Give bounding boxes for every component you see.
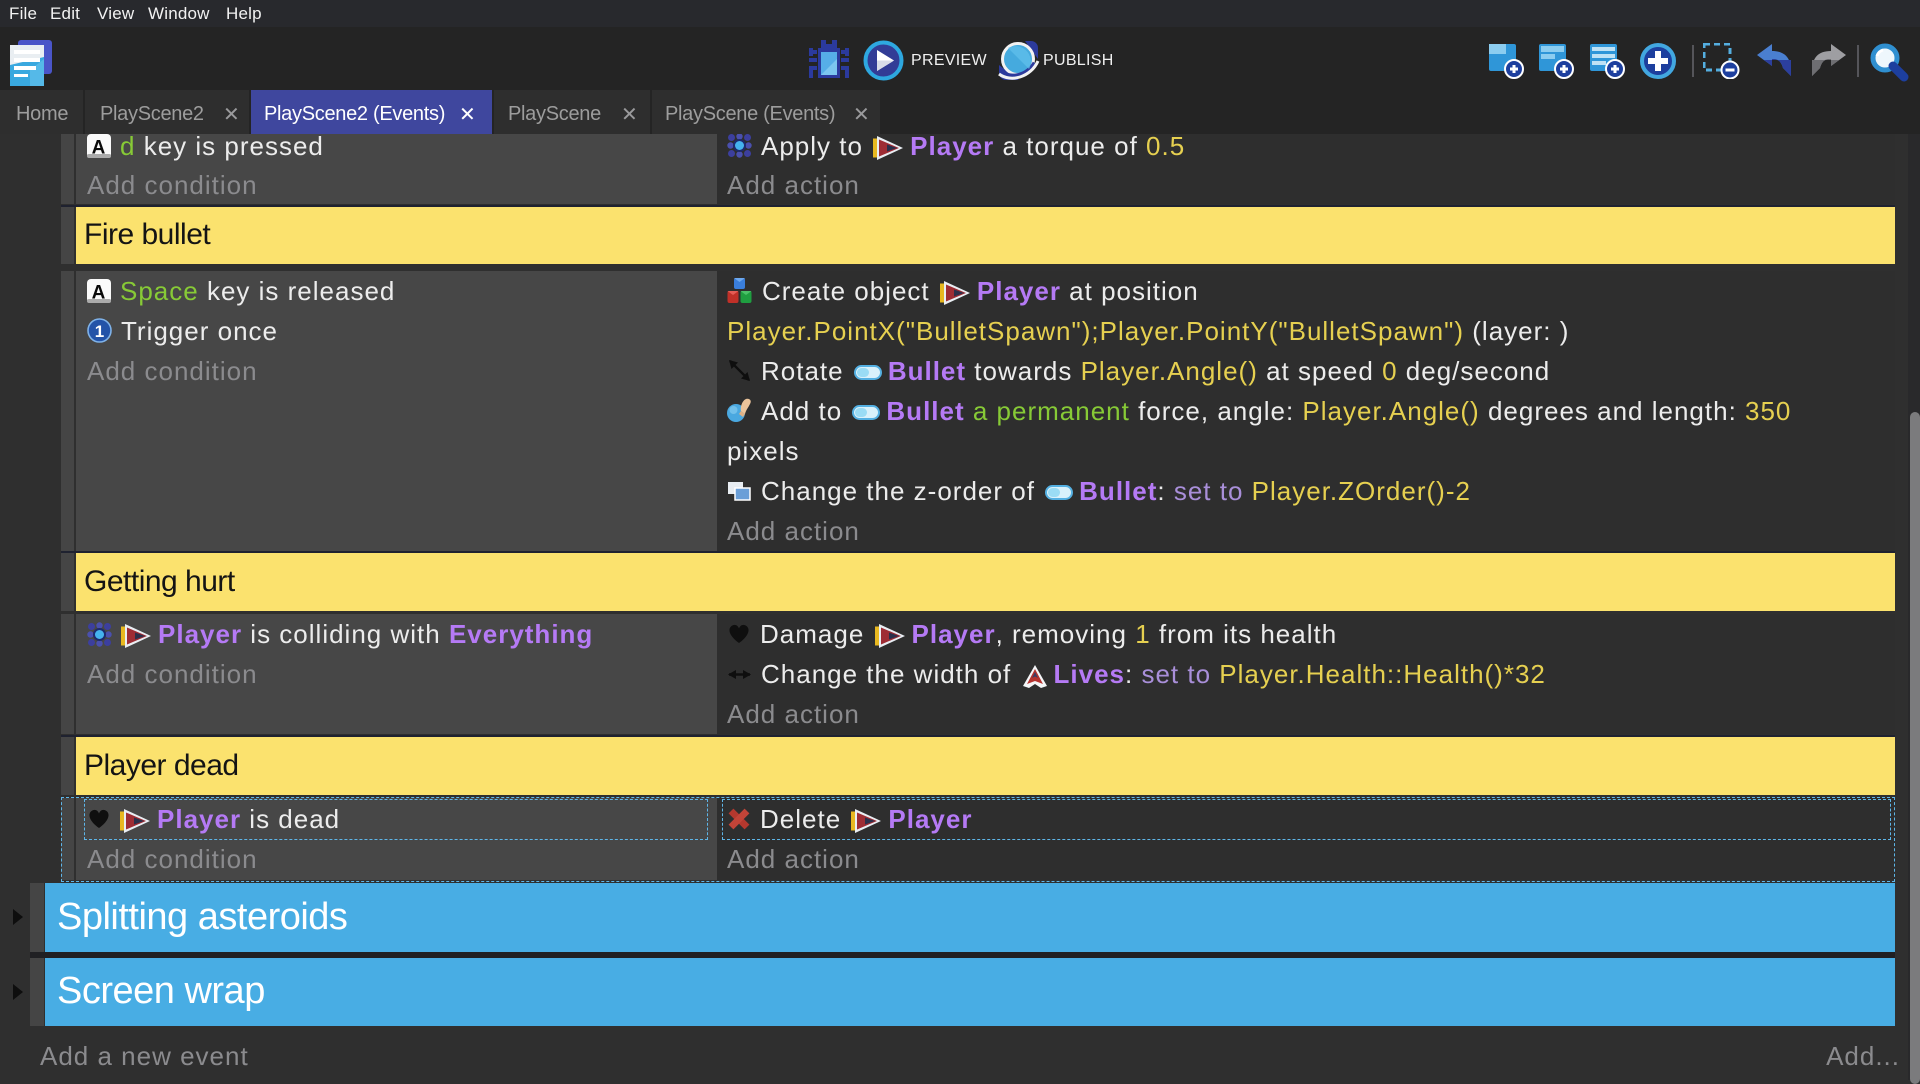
svg-text:A: A: [92, 137, 107, 158]
svg-text:A: A: [92, 282, 107, 303]
svg-text:1: 1: [95, 322, 105, 341]
